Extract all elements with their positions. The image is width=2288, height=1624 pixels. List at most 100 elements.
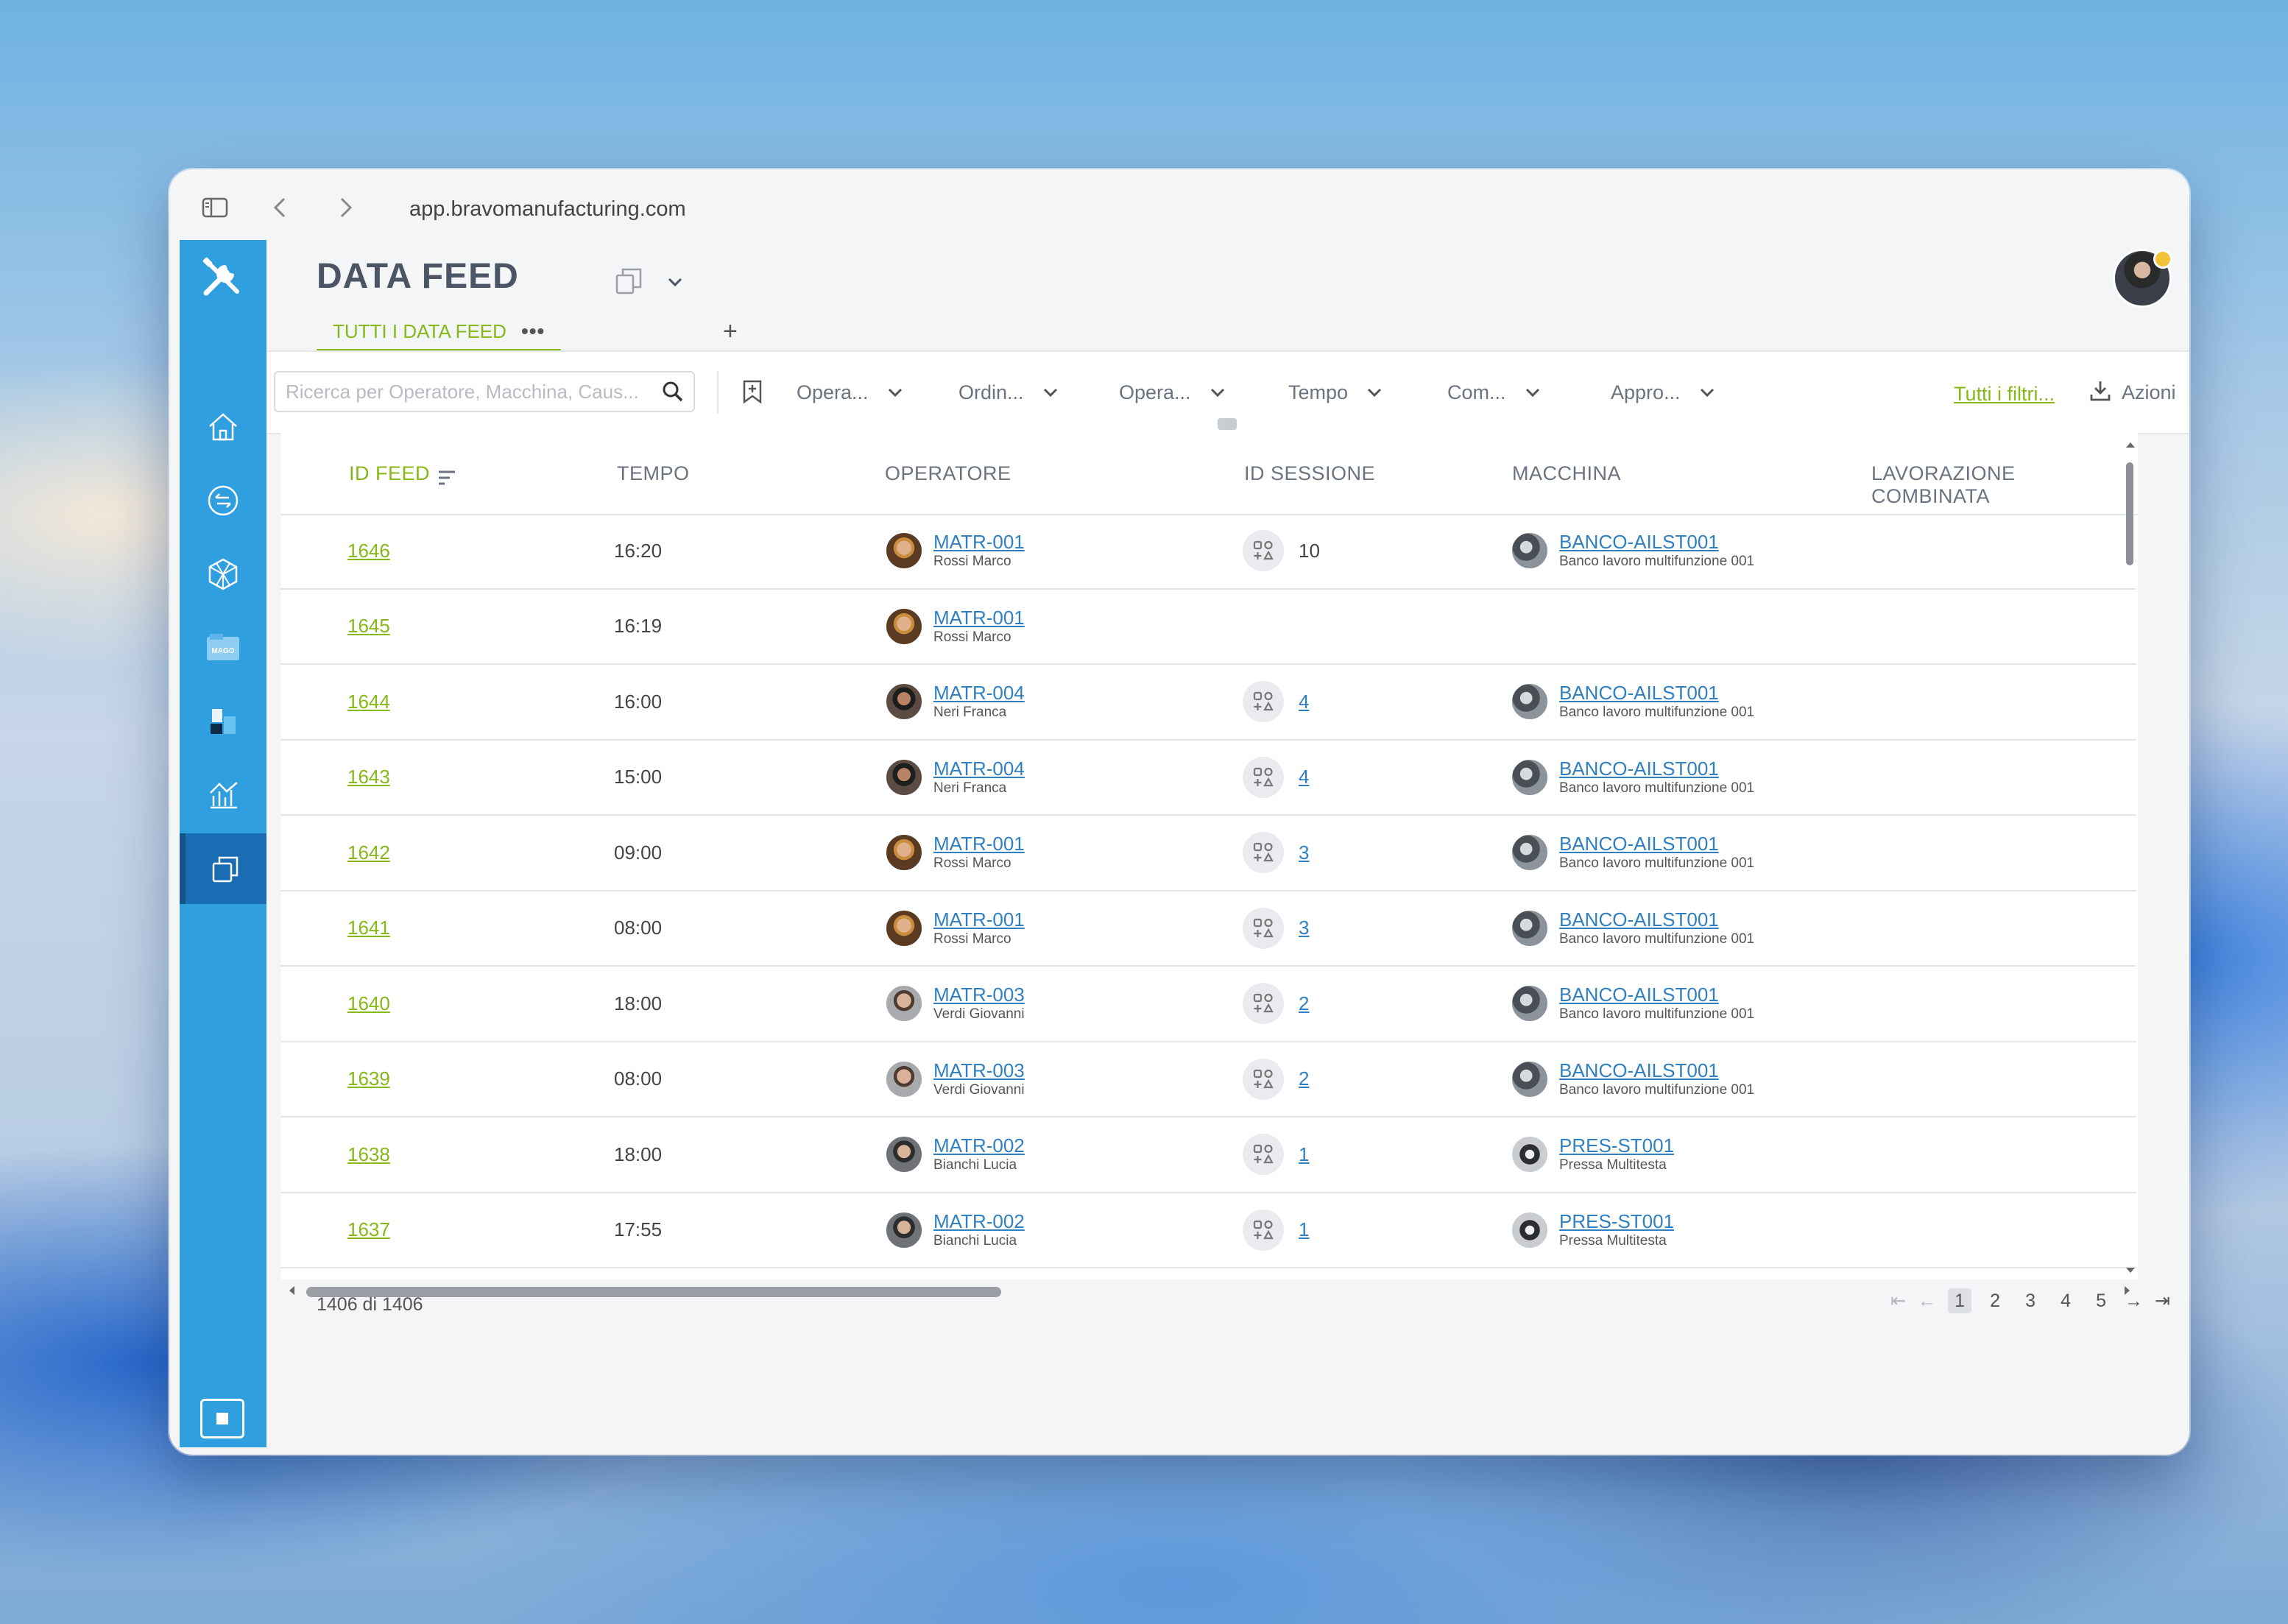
machine-link[interactable]: BANCO-AILST001 [1559,908,1754,931]
feed-id-link[interactable]: 1644 [347,665,390,738]
session-link[interactable]: 1 [1299,1218,1309,1241]
nav-data-feed[interactable] [180,833,266,904]
chevron-down-icon[interactable] [664,271,686,293]
all-filters-link[interactable]: Tutti i filtri... [1954,383,2055,406]
machine-link[interactable]: BANCO-AILST001 [1559,1059,1754,1082]
nav-mago[interactable]: MAGO [180,612,266,683]
filter-operatore[interactable]: Opera... [797,371,905,414]
column-header-tempo[interactable]: TEMPO [617,462,690,485]
session-link[interactable]: 4 [1299,691,1309,713]
feed-id-link[interactable]: 1637 [347,1193,390,1267]
operator-avatar [885,682,923,721]
session-shapes-icon [1243,1209,1284,1251]
add-tab-button[interactable]: + [723,314,738,349]
search-input[interactable] [274,371,695,412]
back-icon[interactable] [265,191,297,224]
search-icon[interactable] [661,380,685,403]
tools-logo-icon[interactable] [196,252,247,303]
column-header-macchina[interactable]: MACCHINA [1512,462,1621,485]
download-icon[interactable] [2088,378,2113,403]
filter-ordine[interactable]: Ordin... [958,371,1061,414]
session-link[interactable]: 3 [1299,917,1309,939]
machine-link[interactable]: PRES-ST001 [1559,1134,1674,1157]
feed-id-link[interactable]: 1638 [347,1118,390,1191]
operator-name: Rossi Marco [933,931,1011,947]
feed-id-link[interactable]: 1646 [347,514,390,587]
session-link[interactable]: 2 [1299,1067,1309,1090]
user-avatar[interactable] [2113,249,2172,308]
horizontal-scrollbar[interactable] [281,1279,2138,1302]
feed-id-link[interactable]: 1643 [347,741,390,814]
feed-id-link[interactable]: 1642 [347,816,390,889]
machine-link[interactable]: PRES-ST001 [1559,1210,1674,1233]
filter-tempo[interactable]: Tempo [1288,371,1385,414]
vertical-scrollbar[interactable] [2123,433,2138,1279]
tab-all-data-feed[interactable]: TUTTI I DATA FEED ••• [317,314,562,352]
session-link[interactable]: 2 [1299,992,1309,1015]
operator-link[interactable]: MATR-003 [933,984,1025,1006]
page-button[interactable]: 5 [2089,1288,2113,1313]
nav-reports[interactable] [180,686,266,757]
operator-link[interactable]: MATR-001 [933,607,1025,629]
session-cell: 2 [1243,967,1309,1040]
scroll-up-icon[interactable] [2123,437,2138,452]
machine-link[interactable]: BANCO-AILST001 [1559,682,1754,705]
filter-operazione[interactable]: Opera... [1119,371,1228,414]
exchange-icon [208,485,239,516]
operator-link[interactable]: MATR-002 [933,1210,1025,1233]
column-header-id-sessione[interactable]: ID SESSIONE [1244,462,1375,485]
session-link[interactable]: 4 [1299,766,1309,788]
operator-cell: MATR-002Bianchi Lucia [885,1193,1025,1267]
scroll-down-icon[interactable] [2123,1263,2138,1278]
actions-dropdown[interactable]: Azioni [2122,371,2189,414]
machine-link[interactable]: BANCO-AILST001 [1559,531,1754,554]
filter-approvazione[interactable]: Appro... [1611,371,1717,414]
page-button[interactable]: 1 [1948,1288,1972,1313]
feed-id-link[interactable]: 1639 [347,1042,390,1116]
nav-home[interactable] [180,392,266,462]
page-button[interactable]: 2 [1983,1288,2007,1313]
operator-link[interactable]: MATR-001 [933,908,1025,931]
feed-id-link[interactable]: 1640 [347,967,390,1040]
last-page-icon[interactable]: ⇥ [2155,1290,2170,1312]
sort-icon[interactable] [436,467,458,489]
bookmark-add-icon[interactable] [739,378,766,405]
feed-id-link[interactable]: 1641 [347,892,390,965]
stop-button[interactable] [200,1399,244,1438]
column-header-operatore[interactable]: OPERATORE [885,462,1011,485]
page-button[interactable]: 4 [2054,1288,2077,1313]
scroll-left-icon[interactable] [284,1279,299,1302]
operator-link[interactable]: MATR-003 [933,1059,1025,1082]
nav-modules[interactable] [180,539,266,610]
sidebar-toggle-icon[interactable] [199,191,231,224]
operator-link[interactable]: MATR-004 [933,758,1025,780]
filter-commessa[interactable]: Com... [1447,371,1543,414]
machine-link[interactable]: BANCO-AILST001 [1559,758,1754,780]
address-bar[interactable]: app.bravomanufacturing.com [409,197,686,222]
column-header-id-feed[interactable]: ID FEED [349,462,430,485]
page-button[interactable]: 3 [2019,1288,2042,1313]
feed-id-link[interactable]: 1645 [347,590,390,663]
operator-cell: MATR-001 Rossi Marco [885,892,1025,965]
machine-link[interactable]: BANCO-AILST001 [1559,833,1754,855]
vertical-scroll-thumb[interactable] [2126,462,2133,565]
session-link[interactable]: 3 [1299,841,1309,864]
operator-link[interactable]: MATR-002 [933,1134,1025,1157]
column-header-lavorazione-combinata[interactable]: LAVORAZIONE COMBINATA [1871,462,2138,508]
operator-link[interactable]: MATR-001 [933,833,1025,855]
operator-link[interactable]: MATR-001 [933,531,1025,554]
previous-page-icon[interactable]: ← [1918,1291,1936,1312]
nav-analytics[interactable] [180,760,266,830]
more-icon[interactable]: ••• [521,319,545,343]
machine-link[interactable]: BANCO-AILST001 [1559,984,1754,1006]
operator-avatar [885,833,923,872]
forward-icon[interactable] [328,191,361,224]
nav-exchange[interactable] [180,465,266,536]
collapse-handle[interactable] [1218,418,1237,430]
next-page-icon[interactable]: → [2125,1291,2143,1312]
copy-icon[interactable] [612,264,648,299]
first-page-icon[interactable]: ⇤ [1890,1290,1906,1312]
feed-id-link[interactable]: 1636 [347,1268,390,1279]
operator-link[interactable]: MATR-004 [933,682,1025,705]
session-link[interactable]: 1 [1299,1143,1309,1166]
